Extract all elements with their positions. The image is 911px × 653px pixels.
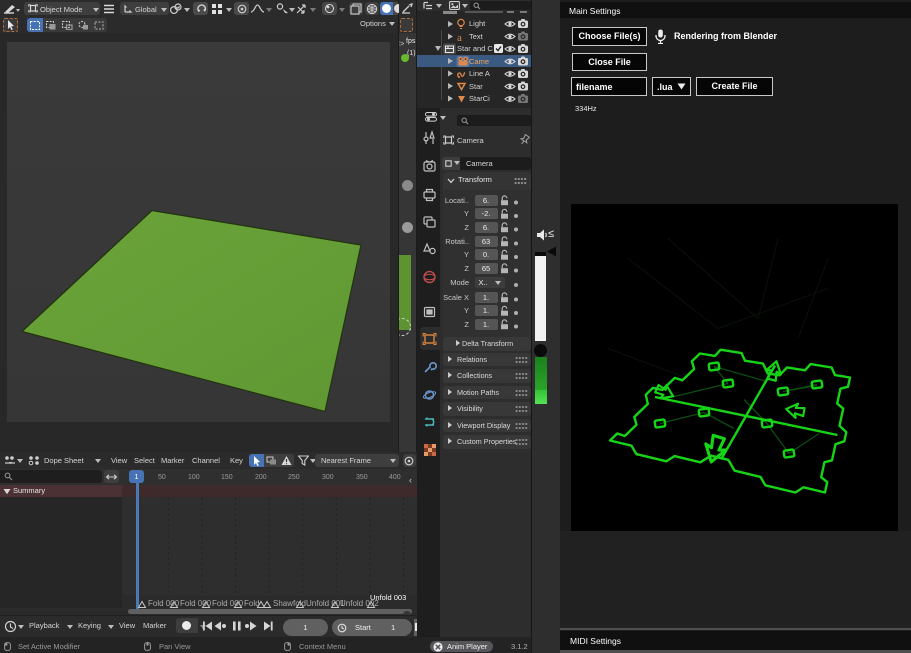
svg-text:a: a [457, 32, 462, 44]
